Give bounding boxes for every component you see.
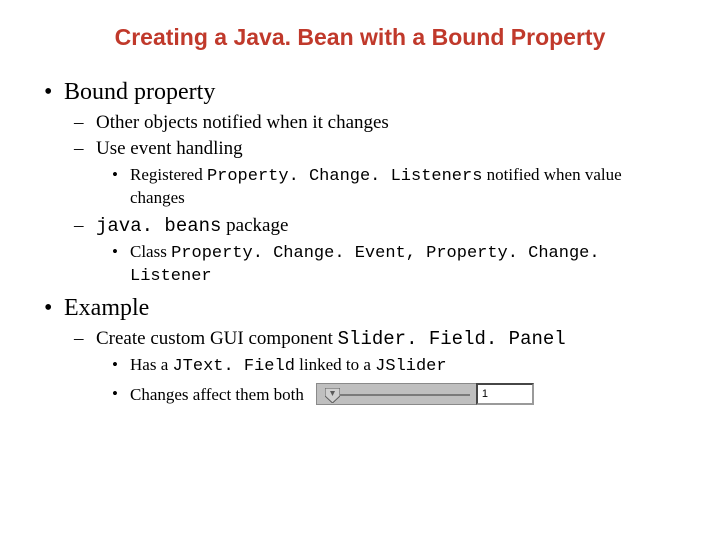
slider-field-panel-widget: 1 (316, 383, 534, 405)
bullet-changes-affect-both: Changes affect them both (130, 383, 680, 405)
bullet-use-event-handling: Use event handling (96, 138, 680, 160)
slider-thumb-icon[interactable] (325, 387, 340, 402)
text: Registered (130, 165, 207, 184)
value-textfield[interactable]: 1 (476, 383, 534, 405)
bullet-list-l2: Other objects notified when it changes U… (64, 112, 680, 287)
slide-title: Creating a Java. Bean with a Bound Prope… (40, 24, 680, 51)
bullet-list-l3: Registered Property. Change. Listeners n… (96, 164, 680, 209)
code: JSlider (375, 357, 446, 376)
code: Property. Change. Event, Property. Chang… (130, 244, 600, 286)
bullet-class-propertychange: Class Property. Change. Event, Property.… (130, 241, 680, 288)
bullet-java-beans-package: java. beans package (96, 215, 680, 237)
text: Has a (130, 355, 172, 374)
code: Property. Change. Listeners (207, 167, 482, 186)
text: linked to a (295, 355, 375, 374)
bullet-list-l3: Class Property. Change. Event, Property.… (96, 241, 680, 288)
slider-track (335, 394, 470, 396)
bullet-create-component: Create custom GUI component Slider. Fiel… (96, 328, 680, 350)
bullet-list-l1: Bound property Other objects notified wh… (40, 79, 680, 405)
bullet-bound-property: Bound property Other objects notified wh… (64, 79, 680, 287)
text: Bound property (64, 79, 215, 105)
text: package (221, 215, 288, 236)
bullet-other-objects: Other objects notified when it changes (96, 112, 680, 134)
bullet-list-l2: Create custom GUI component Slider. Fiel… (64, 328, 680, 405)
code: JText. Field (172, 357, 294, 376)
bullet-example: Example Create custom GUI component Slid… (64, 295, 680, 405)
code: Slider. Field. Panel (338, 328, 566, 350)
bullet-registered-listeners: Registered Property. Change. Listeners n… (130, 164, 680, 209)
text: Changes affect them both (130, 384, 304, 405)
bullet-list-l3: Has a JText. Field linked to a JSlider C… (96, 354, 680, 405)
code: java. beans (96, 215, 221, 237)
text: Class (130, 242, 171, 261)
text: Example (64, 295, 149, 321)
text: Create custom GUI component (96, 328, 338, 349)
slider[interactable] (316, 383, 476, 405)
bullet-has-textfield: Has a JText. Field linked to a JSlider (130, 354, 680, 377)
